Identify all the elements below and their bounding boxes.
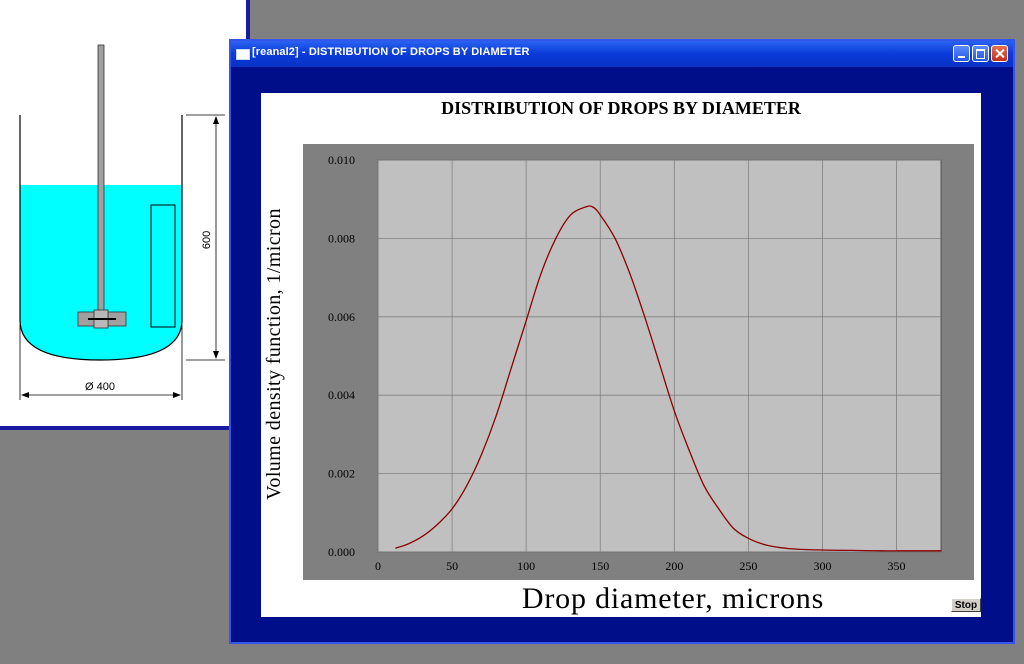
- data-point: [614, 237, 616, 239]
- data-point: [436, 523, 438, 526]
- chart-title: DISTRIBUTION OF DROPS BY DIAMETER: [441, 98, 802, 118]
- agitator-shaft: [97, 44, 105, 316]
- x-tick-label: 50: [446, 559, 458, 573]
- x-tick-label: 200: [665, 559, 683, 573]
- data-point: [688, 449, 690, 451]
- data-point: [807, 549, 809, 551]
- data-point: [644, 316, 646, 318]
- data-point: [658, 363, 661, 365]
- data-point: [851, 549, 853, 552]
- data-point: [881, 550, 883, 552]
- diameter-label: Ø 400: [85, 381, 115, 393]
- window-app-icon: [236, 49, 250, 60]
- height-label: 600: [201, 231, 213, 249]
- y-tick-label: 0.008: [328, 231, 355, 245]
- y-tick-label: 0.000: [328, 545, 355, 559]
- x-tick-label: 250: [739, 559, 757, 573]
- data-point: [466, 484, 468, 486]
- window-client-area: 0 50 100 150 200 250 300 350 0.000 0.002 0.004 0.00…: [231, 67, 1013, 642]
- x-tick-label: 300: [813, 559, 831, 573]
- y-tick-label: 0.002: [328, 467, 355, 481]
- y-tick-label: 0.006: [328, 310, 355, 324]
- reactor-diagram: 600 Ø 400: [19, 44, 225, 400]
- x-tick-label: 350: [888, 559, 906, 573]
- data-point: [525, 320, 527, 322]
- data-point: [592, 206, 594, 208]
- data-point: [792, 548, 794, 550]
- close-button[interactable]: [991, 45, 1008, 62]
- data-point: [718, 508, 720, 510]
- data-point: [570, 214, 572, 216]
- maximize-button[interactable]: [972, 45, 989, 62]
- data-point: [940, 550, 942, 552]
- y-tick-label: 0.010: [328, 153, 355, 167]
- data-point: [599, 214, 601, 216]
- distribution-window: [reanal2] - DISTRIBUTION OF DROPS BY DIA…: [229, 39, 1015, 644]
- data-point: [421, 535, 424, 537]
- x-axis-label: Drop diameter, microns: [522, 582, 824, 615]
- data-point: [673, 410, 675, 412]
- chart-panel: 0 50 100 150 200 250 300 350 0.000 0.002 0.004 0.00…: [261, 93, 981, 617]
- stop-button[interactable]: Stop: [951, 598, 981, 612]
- data-point: [481, 453, 483, 455]
- data-point: [629, 273, 631, 275]
- x-tick-label: 100: [517, 559, 535, 573]
- reactor-window: 600 Ø 400: [0, 0, 250, 430]
- data-point: [407, 543, 409, 545]
- window-titlebar[interactable]: [reanal2] - DISTRIBUTION OF DROPS BY DIA…: [231, 41, 1013, 67]
- data-point: [703, 484, 705, 486]
- data-point: [495, 414, 498, 416]
- data-point: [747, 537, 749, 539]
- data-point: [732, 527, 735, 530]
- chart: 0 50 100 150 200 250 300 350 0.000 0.002 0.004 0.00…: [263, 98, 974, 615]
- data-point: [451, 508, 453, 510]
- data-point: [762, 543, 764, 545]
- data-point: [777, 546, 779, 548]
- data-point: [395, 547, 397, 549]
- data-point: [821, 549, 824, 551]
- data-point: [910, 550, 912, 552]
- y-tick-label: 0.004: [328, 388, 355, 402]
- x-tick-label: 150: [591, 559, 609, 573]
- minimize-button[interactable]: [953, 45, 970, 62]
- window-title: [reanal2] - DISTRIBUTION OF DROPS BY DIA…: [252, 46, 530, 58]
- data-point: [584, 206, 587, 208]
- y-axis-label: Volume density function, 1/micron: [263, 208, 285, 500]
- x-tick-label: 0: [375, 559, 381, 573]
- data-point: [555, 237, 557, 239]
- data-point: [510, 367, 512, 369]
- data-point: [540, 273, 542, 275]
